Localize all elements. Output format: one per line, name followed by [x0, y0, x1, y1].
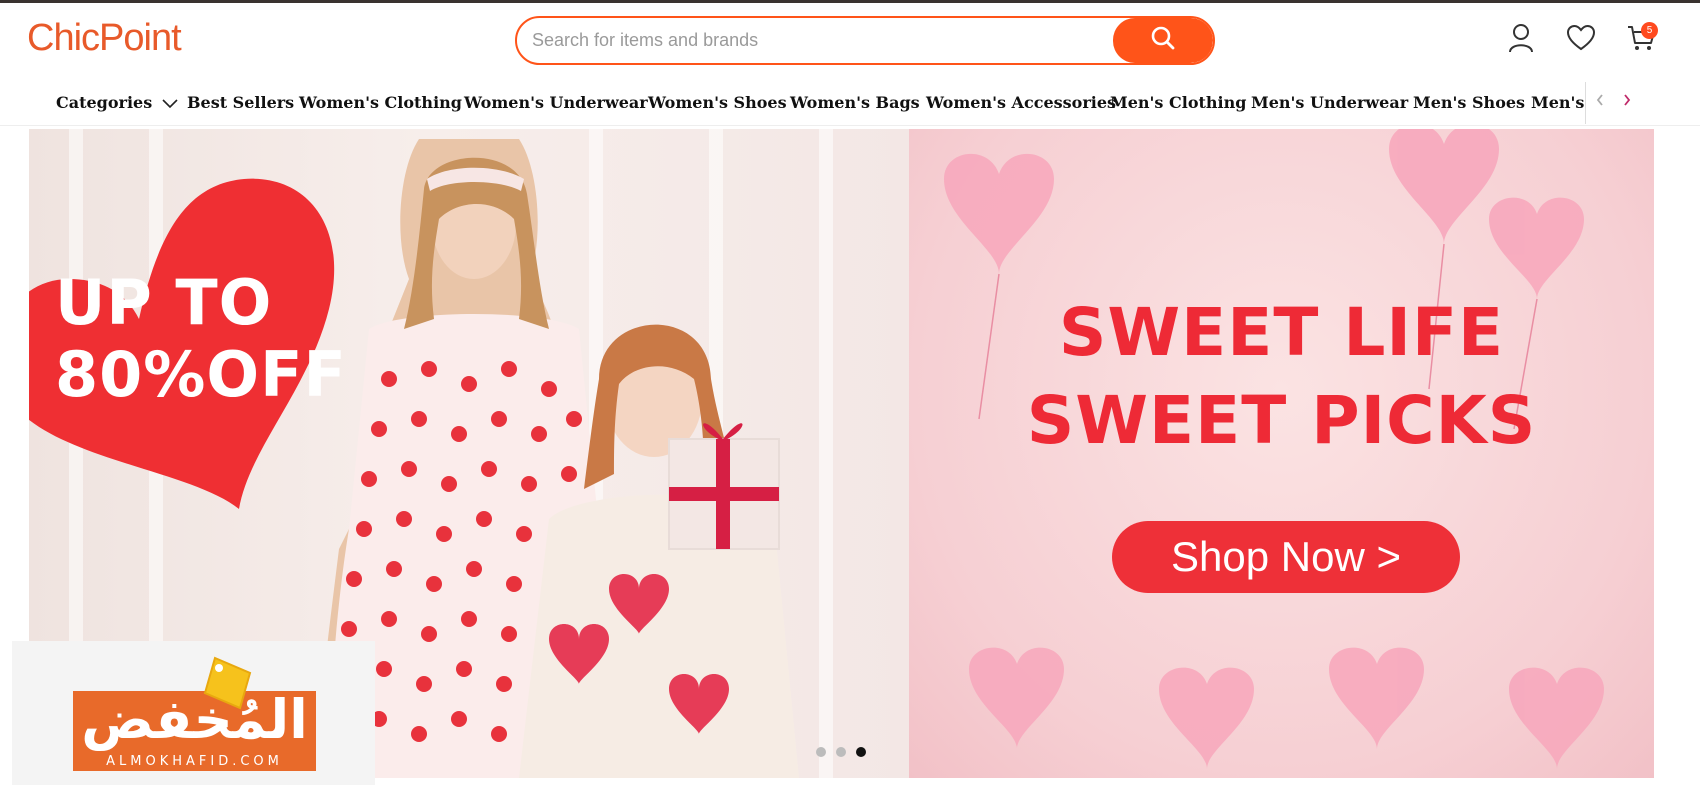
carousel-dot[interactable]	[836, 747, 846, 757]
nav-item-mens-clothing[interactable]: Men's Clothing	[1110, 93, 1246, 112]
chevron-right-icon	[1622, 93, 1632, 112]
search-input[interactable]	[532, 18, 1122, 63]
carousel-dot-active[interactable]	[856, 747, 866, 757]
headline-line-1: SWEET LIFE	[1058, 294, 1505, 371]
nav-item-womens-bags[interactable]: Women's Bags	[790, 93, 920, 112]
search-icon	[1150, 25, 1176, 56]
chevron-left-icon	[1595, 93, 1605, 112]
nav-item-womens-underwear[interactable]: Women's Underwear	[464, 93, 648, 112]
nav-divider	[1585, 82, 1586, 124]
search-button[interactable]	[1113, 18, 1213, 63]
nav-item-mens-shoes[interactable]: Men's Shoes	[1413, 93, 1525, 112]
nav-item-mens-accessories[interactable]: Men's Accessories	[1531, 93, 1586, 112]
model-girl-image	[519, 324, 799, 778]
nav-item-categories[interactable]: Categories	[56, 93, 178, 113]
watermark-latin-text: ALMOKHAFID.COM	[106, 754, 283, 769]
shop-now-button[interactable]: Shop Now >	[1112, 521, 1460, 593]
nav-item-womens-shoes[interactable]: Women's Shoes	[648, 93, 787, 112]
cart-count-badge: 5	[1641, 22, 1658, 39]
wishlist-button[interactable]	[1565, 24, 1597, 56]
account-button[interactable]	[1505, 23, 1537, 58]
site-logo[interactable]: ChicPoint	[27, 17, 182, 60]
headline-line-2: SWEET PICKS	[1026, 382, 1537, 459]
heart-icon	[1566, 24, 1596, 57]
discount-text: UP TO 80%OFF	[55, 267, 347, 411]
user-icon	[1507, 23, 1535, 58]
watermark-arabic-text: المُخفض	[81, 688, 308, 751]
carousel-dot[interactable]	[816, 747, 826, 757]
nav-item-mens-underwear[interactable]: Men's Underwear	[1251, 93, 1408, 112]
category-nav: Categories Best Sellers Women's Clothing…	[0, 80, 1700, 126]
carousel-dots	[816, 747, 866, 757]
nav-item-best-sellers[interactable]: Best Sellers	[187, 93, 294, 112]
nav-scroll-right[interactable]	[1617, 92, 1637, 112]
discount-line: 80%OFF	[55, 338, 347, 411]
top-border	[0, 0, 1700, 3]
nav-item-womens-clothing[interactable]: Women's Clothing	[299, 93, 462, 112]
discount-line: UP TO	[55, 266, 273, 339]
nav-item-label: Categories	[56, 93, 153, 112]
search-bar	[515, 16, 1215, 65]
nav-scroll-left[interactable]	[1590, 92, 1610, 112]
nav-item-womens-accessories[interactable]: Women's Accessories	[926, 93, 1116, 112]
nav-track: Categories Best Sellers Women's Clothing…	[56, 80, 1586, 126]
chevron-down-icon	[162, 94, 178, 113]
